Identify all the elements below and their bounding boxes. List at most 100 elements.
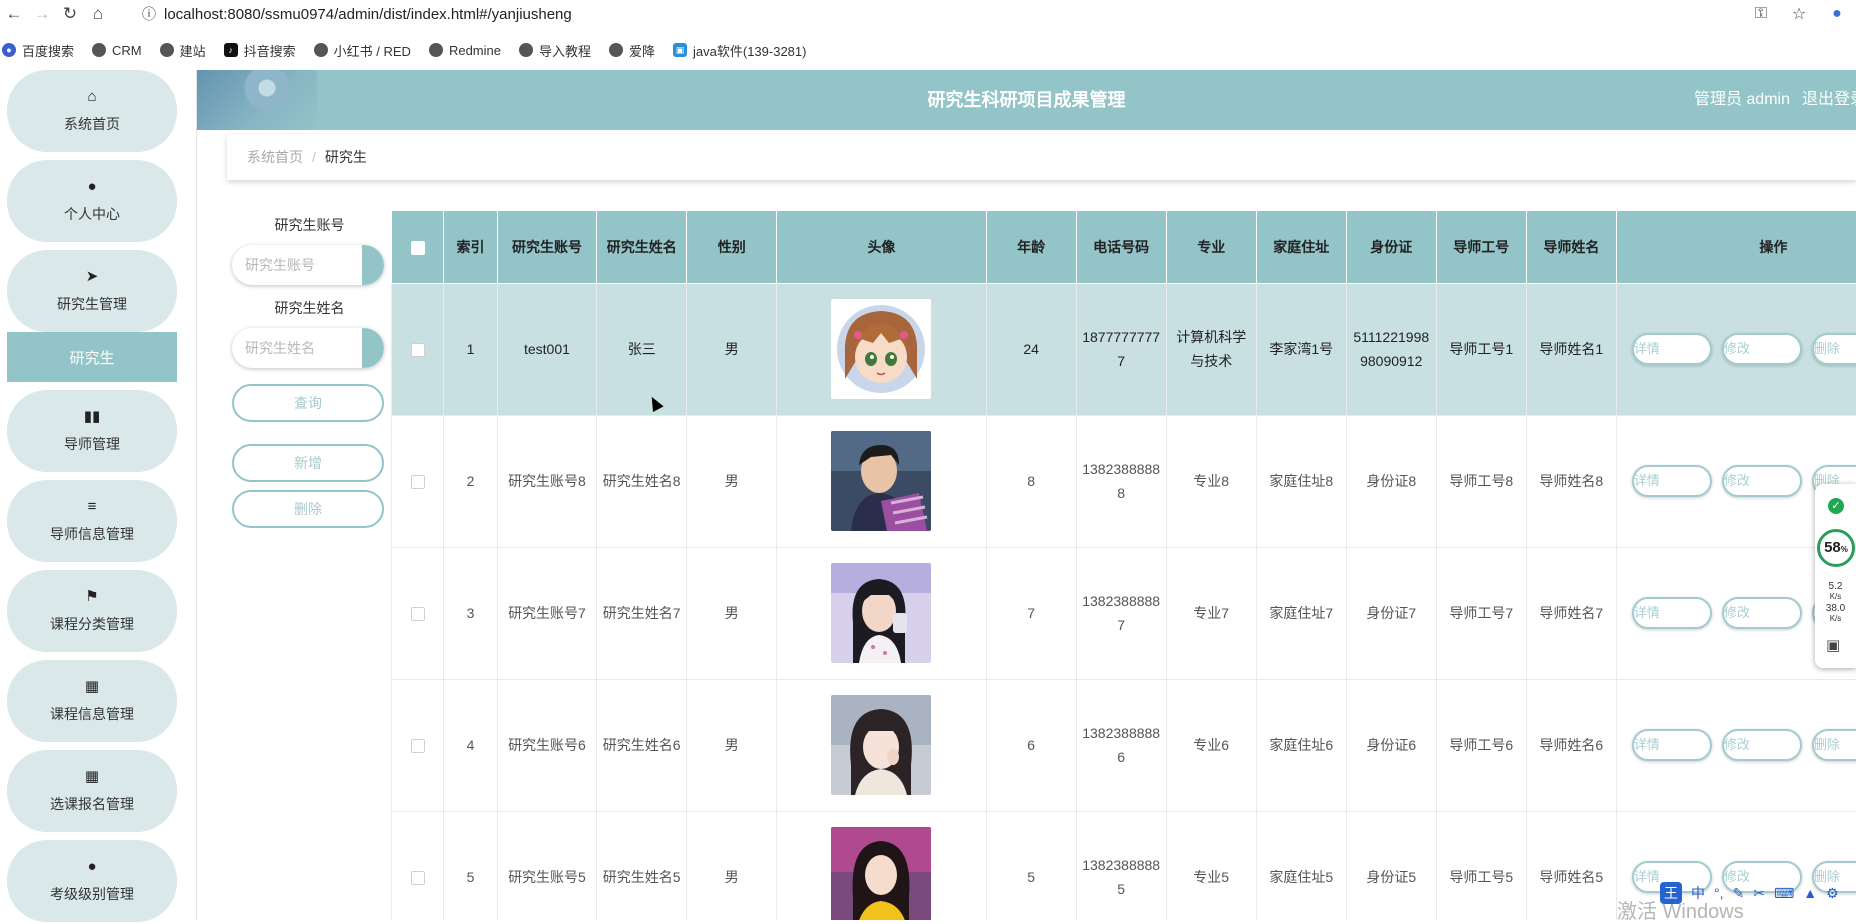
row-checkbox[interactable] (411, 739, 425, 753)
name-search-input[interactable] (232, 328, 362, 368)
query-button[interactable]: 查询 (232, 384, 384, 422)
col-header[interactable]: 性别 (687, 211, 777, 283)
cell-phone: 13823888888 (1076, 415, 1166, 547)
row-checkbox[interactable] (411, 343, 425, 357)
ime-logo-icon[interactable]: 王 (1660, 882, 1682, 904)
col-header[interactable]: 导师姓名 (1526, 211, 1616, 283)
delete-button[interactable]: 删除 (1812, 729, 1856, 761)
table-row[interactable]: 4 研究生账号6 研究生姓名6 男 (392, 679, 1856, 811)
row-checkbox[interactable] (411, 475, 425, 489)
col-header[interactable]: 身份证 (1346, 211, 1436, 283)
cell-index: 2 (444, 415, 497, 547)
ime-scissors-icon[interactable]: ✂ (1753, 885, 1765, 902)
ime-punct-icon[interactable]: °, (1714, 885, 1724, 901)
cell-tutor-name: 导师姓名1 (1526, 283, 1616, 415)
avatar (831, 563, 931, 663)
forward-icon[interactable]: → (28, 0, 56, 28)
cell-age: 7 (986, 547, 1076, 679)
delete-button[interactable]: 删除 (1812, 333, 1856, 365)
cell-index: 3 (444, 547, 497, 679)
top-header: 研究生科研项目成果管理 管理员 admin退出登录 (197, 70, 1856, 130)
app-root: ⌂ 系统首页 ● 个人中心 ➤ 研究生管理 研究生 ▮▮ 导师管理 ≡ 导师信息… (0, 70, 1856, 920)
cell-tutor-no: 导师工号8 (1436, 415, 1526, 547)
sidebar-item-profile[interactable]: ● 个人中心 (7, 160, 177, 242)
bookmark-item[interactable]: 建站 (160, 41, 206, 60)
detail-button[interactable]: 详情 (1632, 597, 1712, 629)
bookmark-item[interactable]: 爱降 (609, 41, 655, 60)
edit-button[interactable]: 修改 (1722, 333, 1802, 365)
account-search-input[interactable] (232, 245, 362, 285)
ime-skin-icon[interactable]: ▲ (1803, 885, 1817, 901)
detail-button[interactable]: 详情 (1632, 729, 1712, 761)
ime-keyboard-icon[interactable]: ⌨ (1774, 885, 1794, 902)
edit-button[interactable]: 修改 (1722, 465, 1802, 497)
bookmark-item[interactable]: Redmine (429, 43, 501, 58)
col-header[interactable]: 专业 (1166, 211, 1256, 283)
row-select-cell (392, 679, 444, 811)
camera-icon[interactable]: ▣ (1826, 636, 1840, 654)
logout-button[interactable]: 退出登录 (1802, 91, 1856, 108)
bookmark-item[interactable]: ♪抖音搜索 (224, 41, 296, 60)
back-icon[interactable]: ← (0, 0, 28, 28)
cell-tutor-no: 导师工号6 (1436, 679, 1526, 811)
bookmark-item[interactable]: ●百度搜索 (2, 41, 74, 60)
sidebar-item-enrollment[interactable]: ▦ 选课报名管理 (7, 750, 177, 832)
bookmark-star-icon[interactable]: ☆ (1780, 4, 1818, 24)
bookmark-item[interactable]: CRM (92, 43, 142, 58)
bookmark-item[interactable]: 小红书 / RED (314, 41, 411, 60)
tiktok-icon: ♪ (224, 43, 238, 57)
profile-icon[interactable]: ● (1818, 5, 1856, 23)
sidebar-item-exam-level[interactable]: ● 考级级别管理 (7, 840, 177, 922)
cell-gender: 男 (687, 547, 777, 679)
ime-settings-icon[interactable]: ⚙ (1826, 885, 1839, 902)
col-header[interactable]: 头像 (777, 211, 986, 283)
add-button[interactable]: 新增 (232, 444, 384, 482)
breadcrumb-separator: / (312, 149, 316, 165)
col-header[interactable]: 年龄 (986, 211, 1076, 283)
globe-icon (92, 43, 106, 57)
detail-button[interactable]: 详情 (1632, 465, 1712, 497)
sidebar-item-course-info[interactable]: ▦ 课程信息管理 (7, 660, 177, 742)
col-header[interactable]: 电话号码 (1076, 211, 1166, 283)
cell-gender: 男 (687, 415, 777, 547)
col-header[interactable]: 家庭住址 (1256, 211, 1346, 283)
row-checkbox[interactable] (411, 871, 425, 885)
cell-name: 研究生姓名8 (597, 415, 687, 547)
select-all-checkbox[interactable] (411, 241, 425, 255)
sidebar-item-home[interactable]: ⌂ 系统首页 (7, 70, 177, 152)
batch-delete-button[interactable]: 删除 (232, 490, 384, 528)
sidebar-item-tutor-mgmt[interactable]: ▮▮ 导师管理 (7, 390, 177, 472)
ime-pen-icon[interactable]: ✎ (1733, 885, 1745, 902)
col-header[interactable]: 索引 (444, 211, 497, 283)
table-row[interactable]: 1 test001 张三 男 (392, 283, 1856, 415)
table-header-row: 索引 研究生账号 研究生姓名 性别 头像 年龄 电话号码 专业 家庭住址 身份证… (392, 211, 1856, 283)
net-upload-rate: 5.2K/s (1815, 582, 1856, 602)
bookmark-item[interactable]: 导入教程 (519, 41, 591, 60)
col-header[interactable]: 导师工号 (1436, 211, 1526, 283)
col-header[interactable]: 研究生姓名 (597, 211, 687, 283)
url-input[interactable]: localhost:8080/ssmu0974/admin/dist/index… (164, 6, 572, 23)
ime-language-toggle[interactable]: 中 (1691, 883, 1705, 903)
baidu-icon: ● (2, 43, 16, 57)
bookmark-item[interactable]: ▣java软件(139-3281) (673, 41, 806, 60)
col-header[interactable]: 研究生账号 (497, 211, 596, 283)
sidebar-item-tutor-info[interactable]: ≡ 导师信息管理 (7, 480, 177, 562)
site-info-icon[interactable]: ⓘ (142, 4, 156, 24)
detail-button[interactable]: 详情 (1632, 333, 1712, 365)
reload-icon[interactable]: ↻ (56, 0, 84, 28)
sidebar-item-course-category[interactable]: ⚑ 课程分类管理 (7, 570, 177, 652)
home-nav-icon[interactable]: ⌂ (84, 0, 112, 28)
cell-gender: 男 (687, 811, 777, 920)
breadcrumb-home[interactable]: 系统首页 (247, 147, 303, 167)
password-key-icon[interactable]: ⚿ (1742, 5, 1780, 23)
row-checkbox[interactable] (411, 607, 425, 621)
cell-name: 张三 (597, 283, 687, 415)
breadcrumb: 系统首页 / 研究生 (227, 134, 1856, 180)
table-row[interactable]: 3 研究生账号7 研究生姓名7 男 (392, 547, 1856, 679)
edit-button[interactable]: 修改 (1722, 729, 1802, 761)
table-row[interactable]: 2 研究生账号8 研究生姓名8 男 (392, 415, 1856, 547)
performance-monitor-widget[interactable]: ✓ 58% 5.2K/s 38.0K/s ▣ (1815, 484, 1856, 668)
sidebar-subitem-student[interactable]: 研究生 (7, 332, 177, 382)
sidebar-item-student-mgmt[interactable]: ➤ 研究生管理 (7, 250, 177, 332)
edit-button[interactable]: 修改 (1722, 597, 1802, 629)
